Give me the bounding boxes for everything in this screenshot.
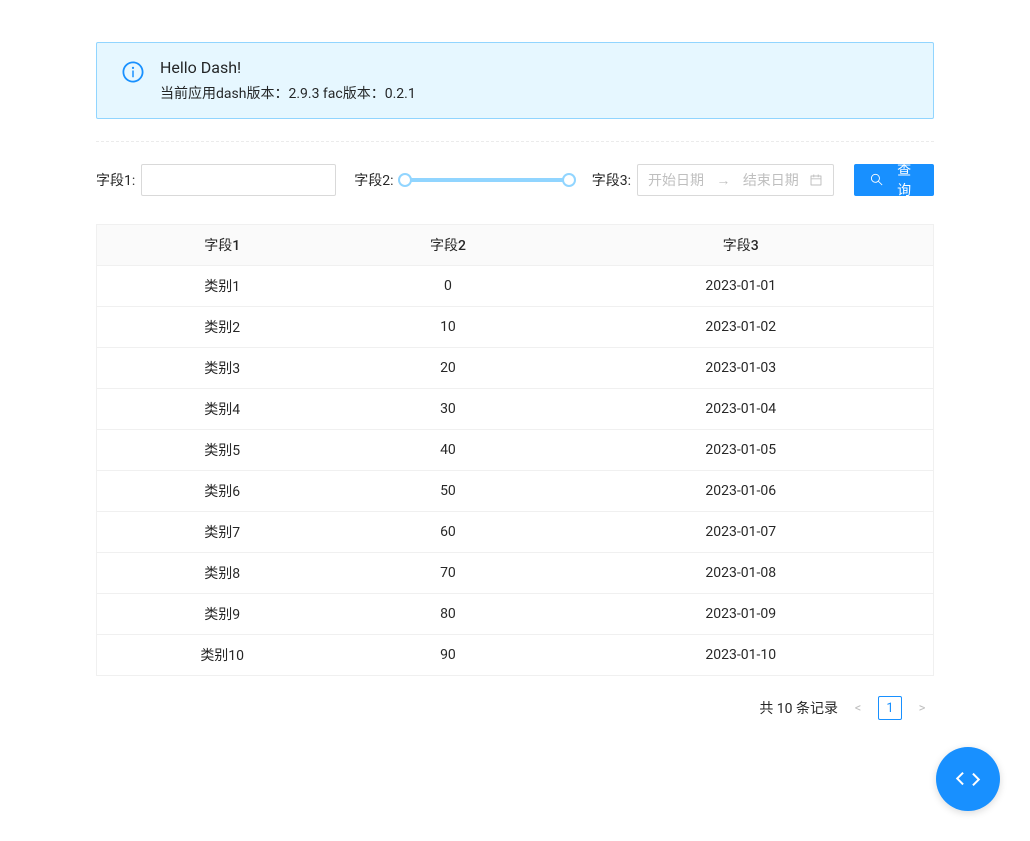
table-cell: 70 — [347, 553, 548, 594]
table-cell: 50 — [347, 471, 548, 512]
field3-date-range[interactable]: 开始日期 → 结束日期 — [637, 164, 834, 196]
pagination: 共 10 条记录 < 1 > — [96, 696, 934, 720]
pagination-prev[interactable]: < — [846, 696, 870, 720]
code-icon — [953, 764, 983, 794]
table-row: 类别10902023-01-10 — [96, 635, 934, 676]
field2-slider[interactable] — [405, 174, 569, 186]
table-header-row: 字段1 字段2 字段3 — [96, 224, 934, 266]
table-row: 类别8702023-01-08 — [96, 553, 934, 594]
table-cell: 2023-01-07 — [549, 512, 935, 553]
table-cell: 60 — [347, 512, 548, 553]
table-cell: 类别7 — [96, 512, 347, 553]
table-cell: 90 — [347, 635, 548, 676]
field3-label: 字段3: — [592, 170, 631, 190]
range-end-placeholder: 结束日期 — [743, 170, 799, 190]
table-row: 类别9802023-01-09 — [96, 594, 934, 635]
search-button[interactable]: 查询 — [854, 164, 934, 196]
pagination-next[interactable]: > — [910, 696, 934, 720]
table-cell: 类别9 — [96, 594, 347, 635]
pagination-total: 共 10 条记录 — [759, 698, 838, 718]
table-row: 类别5402023-01-05 — [96, 430, 934, 471]
table-cell: 类别6 — [96, 471, 347, 512]
table-row: 类别7602023-01-07 — [96, 512, 934, 553]
arrow-right-icon: → — [716, 172, 730, 189]
table-cell: 80 — [347, 594, 548, 635]
table-cell: 类别10 — [96, 635, 347, 676]
table-row: 类别2102023-01-02 — [96, 307, 934, 348]
table-cell: 类别5 — [96, 430, 347, 471]
table-cell: 类别3 — [96, 348, 347, 389]
table-cell: 类别2 — [96, 307, 347, 348]
dev-tools-button[interactable] — [936, 747, 1000, 811]
divider — [96, 141, 934, 142]
table-header[interactable]: 字段1 — [96, 224, 347, 266]
table-row: 类别3202023-01-03 — [96, 348, 934, 389]
table-cell: 0 — [347, 266, 548, 307]
table-cell: 2023-01-04 — [549, 389, 935, 430]
table-cell: 40 — [347, 430, 548, 471]
range-start-placeholder: 开始日期 — [648, 170, 704, 190]
alert-title: Hello Dash! — [160, 58, 918, 77]
info-alert: Hello Dash! 当前应用dash版本：2.9.3 fac版本：0.2.1 — [96, 42, 934, 119]
table-cell: 2023-01-03 — [549, 348, 935, 389]
pagination-page-1[interactable]: 1 — [878, 696, 902, 720]
field1-label: 字段1: — [96, 170, 135, 190]
field2-label: 字段2: — [354, 170, 393, 190]
table-cell: 20 — [347, 348, 548, 389]
table-header[interactable]: 字段3 — [549, 224, 935, 266]
data-table: 字段1 字段2 字段3 类别102023-01-01类别2102023-01-0… — [96, 224, 934, 676]
search-button-label: 查询 — [890, 160, 918, 200]
table-cell: 2023-01-01 — [549, 266, 935, 307]
filter-row: 字段1: 字段2: 字段3: 开始日期 → 结束日期 查询 — [96, 164, 934, 196]
table-cell: 类别4 — [96, 389, 347, 430]
table-cell: 2023-01-06 — [549, 471, 935, 512]
table-row: 类别102023-01-01 — [96, 266, 934, 307]
table-cell: 2023-01-02 — [549, 307, 935, 348]
calendar-icon — [809, 173, 823, 187]
table-cell: 2023-01-05 — [549, 430, 935, 471]
table-cell: 类别1 — [96, 266, 347, 307]
search-icon — [870, 173, 884, 187]
table-cell: 10 — [347, 307, 548, 348]
alert-description: 当前应用dash版本：2.9.3 fac版本：0.2.1 — [160, 83, 918, 103]
table-cell: 2023-01-08 — [549, 553, 935, 594]
table-row: 类别6502023-01-06 — [96, 471, 934, 512]
table-cell: 2023-01-10 — [549, 635, 935, 676]
table-header[interactable]: 字段2 — [347, 224, 548, 266]
table-cell: 类别8 — [96, 553, 347, 594]
field1-input[interactable] — [141, 164, 336, 196]
table-cell: 30 — [347, 389, 548, 430]
info-icon — [121, 60, 145, 103]
table-row: 类别4302023-01-04 — [96, 389, 934, 430]
table-cell: 2023-01-09 — [549, 594, 935, 635]
